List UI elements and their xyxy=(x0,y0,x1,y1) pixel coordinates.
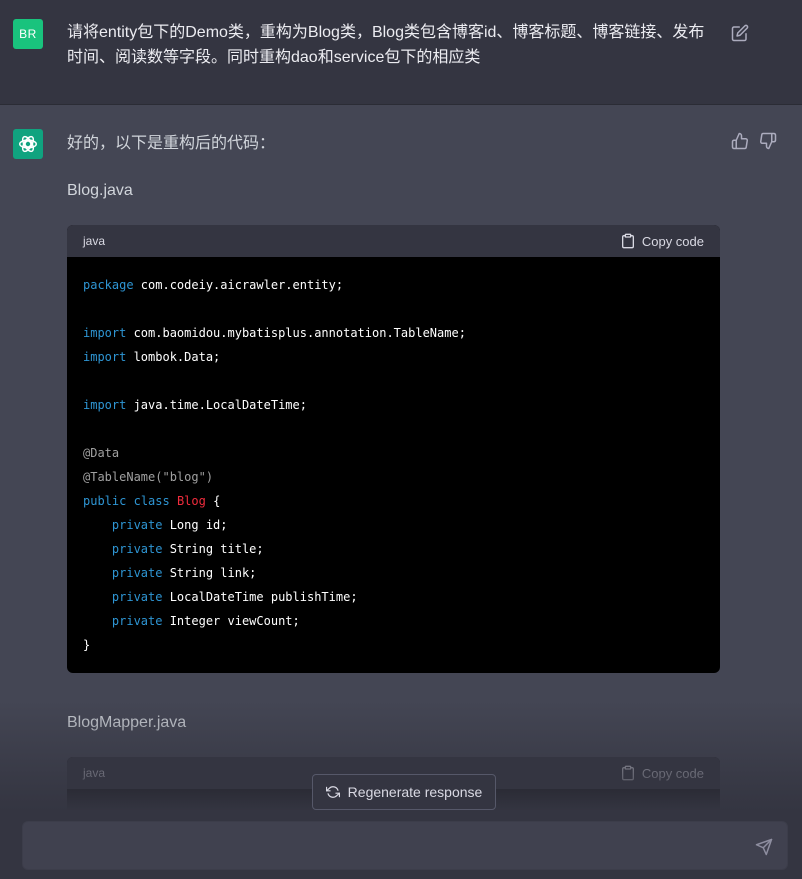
code-language-label: java xyxy=(83,766,106,780)
user-message-text: 请将entity包下的Demo类，重构为Blog类，Blog类包含博客id、博客… xyxy=(67,24,705,66)
assistant-avatar xyxy=(13,129,43,159)
assistant-intro-text: 好的，以下是重构后的代码： xyxy=(67,135,276,152)
refresh-icon xyxy=(325,786,340,798)
code-content: package com.codeiy.aicrawler.entity; imp… xyxy=(83,278,466,652)
user-avatar: BR xyxy=(13,19,43,49)
file-title-blogmapper: BlogMapper.java xyxy=(67,714,187,731)
edit-icon[interactable] xyxy=(731,24,749,42)
thumbs-down-icon[interactable] xyxy=(759,132,777,150)
copy-code-button[interactable]: Copy code xyxy=(620,233,704,249)
regenerate-response-button[interactable]: Regenerate response xyxy=(312,774,496,810)
clipboard-icon xyxy=(621,233,634,249)
copy-code-label: Copy code xyxy=(641,765,704,781)
user-message-row: BR 请将entity包下的Demo类，重构为Blog类，Blog类包含博客id… xyxy=(0,0,802,105)
thumbs-up-icon[interactable] xyxy=(731,132,749,150)
copy-code-button[interactable]: Copy code xyxy=(620,765,704,781)
code-block-blog: java Copy code package com.codeiy.aicraw… xyxy=(67,225,720,673)
clipboard-icon xyxy=(621,765,634,781)
openai-logo-icon xyxy=(19,135,37,153)
send-icon[interactable] xyxy=(755,838,773,856)
copy-code-label: Copy code xyxy=(641,233,704,249)
code-header: java Copy code xyxy=(67,225,720,257)
code-language-label: java xyxy=(83,234,106,248)
regenerate-label: Regenerate response xyxy=(347,784,483,800)
file-title-blog: Blog.java xyxy=(67,182,133,199)
message-input[interactable] xyxy=(22,821,788,870)
